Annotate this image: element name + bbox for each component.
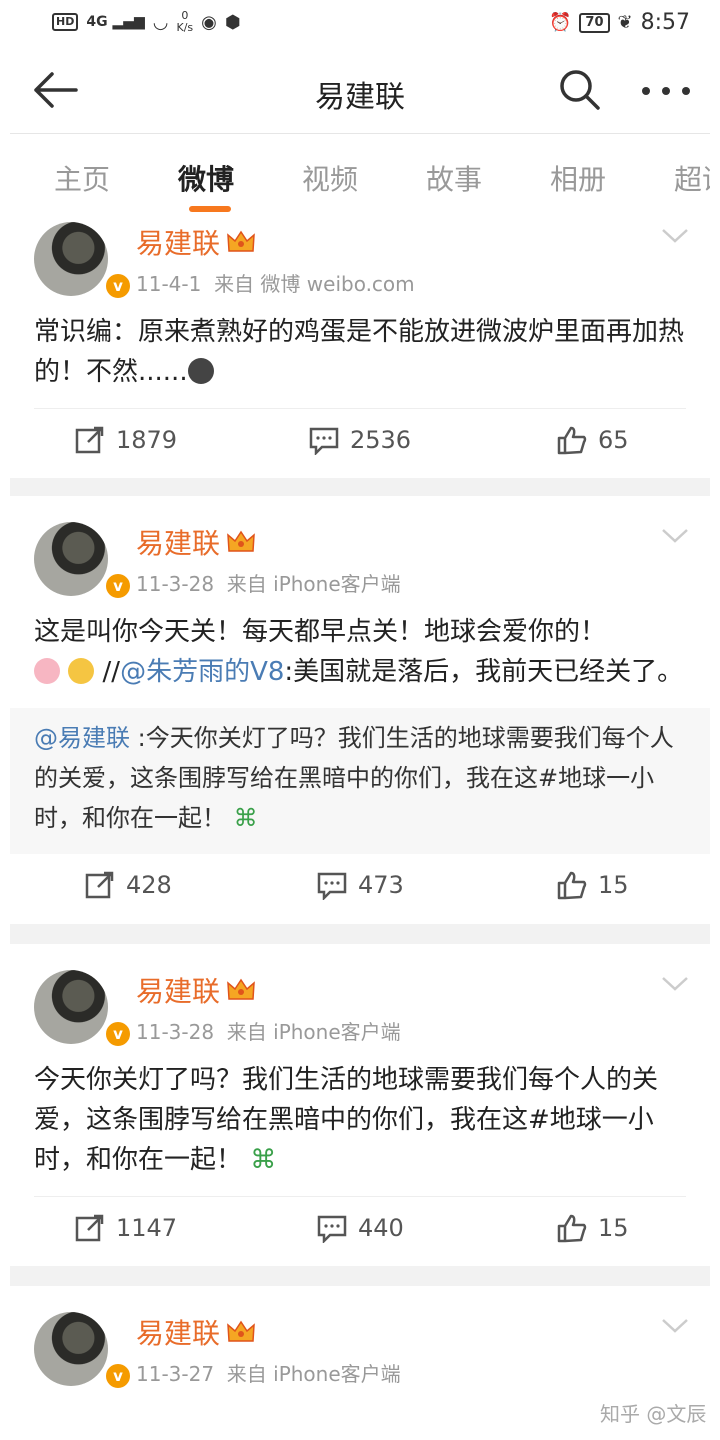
repost-count: 428	[126, 871, 172, 899]
post-actions: 1879 2536 65	[34, 408, 686, 478]
more-icon[interactable]	[636, 74, 696, 108]
avatar[interactable]: v	[34, 970, 132, 1048]
avatar[interactable]: v	[34, 222, 132, 300]
profile-tabs: 主页 微博 视频 故事 相册 超话	[10, 134, 710, 220]
ribbon-emoji-icon: ⌘	[226, 804, 258, 832]
repost-icon	[85, 871, 114, 899]
avatar[interactable]: v	[34, 1312, 132, 1390]
chevron-down-icon[interactable]	[660, 526, 690, 546]
post-text: 常识编：原来煮熟好的鸡蛋是不能放进微波炉里面再加热的！不然......	[34, 317, 685, 387]
like-count: 65	[598, 426, 629, 454]
signal-icon: 4G ▂▄▆	[86, 14, 145, 30]
tab-home[interactable]: 主页	[54, 158, 110, 198]
post-card: v 易建联 11-3-28 来自 iPhone客户端 这是叫你今天关！每天都早点…	[10, 496, 710, 944]
verified-badge-icon: v	[104, 1020, 132, 1048]
post-actions: 428 473 15	[34, 854, 686, 924]
post-card: v 易建联 11-3-28 来自 iPhone客户端 今天你关灯了吗？我们生活的…	[10, 944, 710, 1286]
repost-count: 1147	[116, 1214, 178, 1242]
repost-count: 1879	[116, 426, 178, 454]
post-text: 今天你关灯了吗？我们生活的地球需要我们每个人的关爱，这条围脖写给在黑暗中的你们，…	[34, 1065, 659, 1175]
ribbon-emoji-icon: ⌘	[242, 1145, 277, 1175]
repost-icon	[75, 1214, 104, 1242]
active-tab-indicator	[189, 206, 231, 212]
like-count: 15	[598, 871, 629, 899]
comment-button[interactable]: 440	[316, 1213, 404, 1243]
author-name[interactable]: 易建联	[136, 522, 256, 562]
author-name[interactable]: 易建联	[136, 1312, 256, 1352]
post-card: v 易建联 11-4-1 来自 微博 weibo.com 常识编：原来煮熟好的鸡…	[10, 220, 710, 498]
comment-count: 473	[358, 871, 404, 899]
mention-link[interactable]: @易建联	[34, 724, 130, 752]
post-meta: 11-4-1 来自 微博 weibo.com	[136, 272, 415, 296]
thumbs-up-icon	[557, 871, 587, 900]
network-speed: 0 K/s	[176, 9, 194, 34]
comment-icon	[317, 872, 347, 900]
comment-icon	[317, 1215, 347, 1243]
tab-weibo[interactable]: 微博	[178, 158, 234, 198]
repost-button[interactable]: 1147	[74, 1213, 177, 1243]
chevron-down-icon[interactable]	[660, 1316, 690, 1336]
author-name[interactable]: 易建联	[136, 222, 256, 262]
weibo-profile-page: HD 4G ▂▄▆ ◡ 0 K/s ◉ ⬢ ⏰ 70 ❦ 8:57 易建联 主页 …	[10, 0, 710, 1440]
verified-badge-icon: v	[104, 1362, 132, 1390]
post-feed: v 易建联 11-4-1 来自 微博 weibo.com 常识编：原来煮熟好的鸡…	[10, 220, 710, 1390]
hd-indicator: HD	[52, 13, 79, 31]
author-name[interactable]: 易建联	[136, 970, 256, 1010]
leaf-icon: ❦	[617, 12, 633, 33]
repost-icon	[75, 426, 104, 454]
tab-story[interactable]: 故事	[426, 158, 482, 198]
thumbs-up-icon	[557, 426, 587, 455]
chevron-down-icon[interactable]	[660, 974, 690, 994]
post-meta: 11-3-27 来自 iPhone客户端	[136, 1362, 401, 1386]
crown-icon	[227, 978, 255, 1000]
comment-count: 440	[358, 1214, 404, 1242]
avatar[interactable]: v	[34, 522, 132, 600]
battery-indicator: 70	[579, 12, 610, 33]
post-meta: 11-3-28 来自 iPhone客户端	[136, 572, 401, 596]
verified-badge-icon: v	[104, 572, 132, 600]
crying-emoji-icon	[187, 358, 214, 384]
clock: 8:57	[640, 10, 690, 35]
crown-icon	[227, 230, 255, 252]
like-button[interactable]: 15	[556, 870, 629, 900]
wifi-icon: ◡	[152, 11, 169, 33]
page-title: 易建联	[315, 80, 405, 115]
search-icon[interactable]	[558, 68, 602, 112]
alarm-icon: ⏰	[548, 12, 572, 33]
like-count: 15	[598, 1214, 629, 1242]
pig-emoji-icon	[34, 658, 60, 684]
nav-header: 易建联	[10, 48, 710, 134]
mention-link[interactable]: @朱芳雨的V8	[120, 657, 284, 687]
reposted-content[interactable]: @易建联 :今天你关灯了吗？我们生活的地球需要我们每个人的关爱，这条围脖写给在黑…	[10, 708, 710, 854]
thumbs-up-icon	[557, 1214, 587, 1243]
tab-video[interactable]: 视频	[302, 158, 358, 198]
thinking-emoji-icon	[68, 658, 95, 684]
status-bar: HD 4G ▂▄▆ ◡ 0 K/s ◉ ⬢ ⏰ 70 ❦ 8:57	[10, 0, 710, 48]
tab-album[interactable]: 相册	[550, 158, 606, 198]
comment-icon	[309, 427, 339, 455]
app-notification-icon: ⬢	[224, 11, 241, 33]
watermark: 知乎 @文辰	[600, 1402, 707, 1426]
tab-super-topic[interactable]: 超话	[674, 158, 710, 198]
comment-button[interactable]: 2536	[308, 425, 411, 455]
comment-button[interactable]: 473	[316, 870, 404, 900]
like-button[interactable]: 65	[556, 425, 629, 455]
post-card: v 易建联 11-3-27 来自 iPhone客户端	[10, 1286, 710, 1390]
like-button[interactable]: 15	[556, 1213, 629, 1243]
verified-badge-icon: v	[104, 272, 132, 300]
crown-icon	[227, 1320, 255, 1342]
post-meta: 11-3-28 来自 iPhone客户端	[136, 1020, 401, 1044]
wechat-icon: ◉	[201, 11, 217, 33]
post-text: 这是叫你今天关！每天都早点关！地球会爱你的！ //@朱芳雨的V8:美国就是落后，…	[34, 617, 684, 687]
repost-button[interactable]: 428	[84, 870, 172, 900]
repost-button[interactable]: 1879	[74, 425, 177, 455]
crown-icon	[227, 530, 255, 552]
post-actions: 1147 440 15	[34, 1196, 686, 1266]
comment-count: 2536	[350, 426, 412, 454]
chevron-down-icon[interactable]	[660, 226, 690, 246]
